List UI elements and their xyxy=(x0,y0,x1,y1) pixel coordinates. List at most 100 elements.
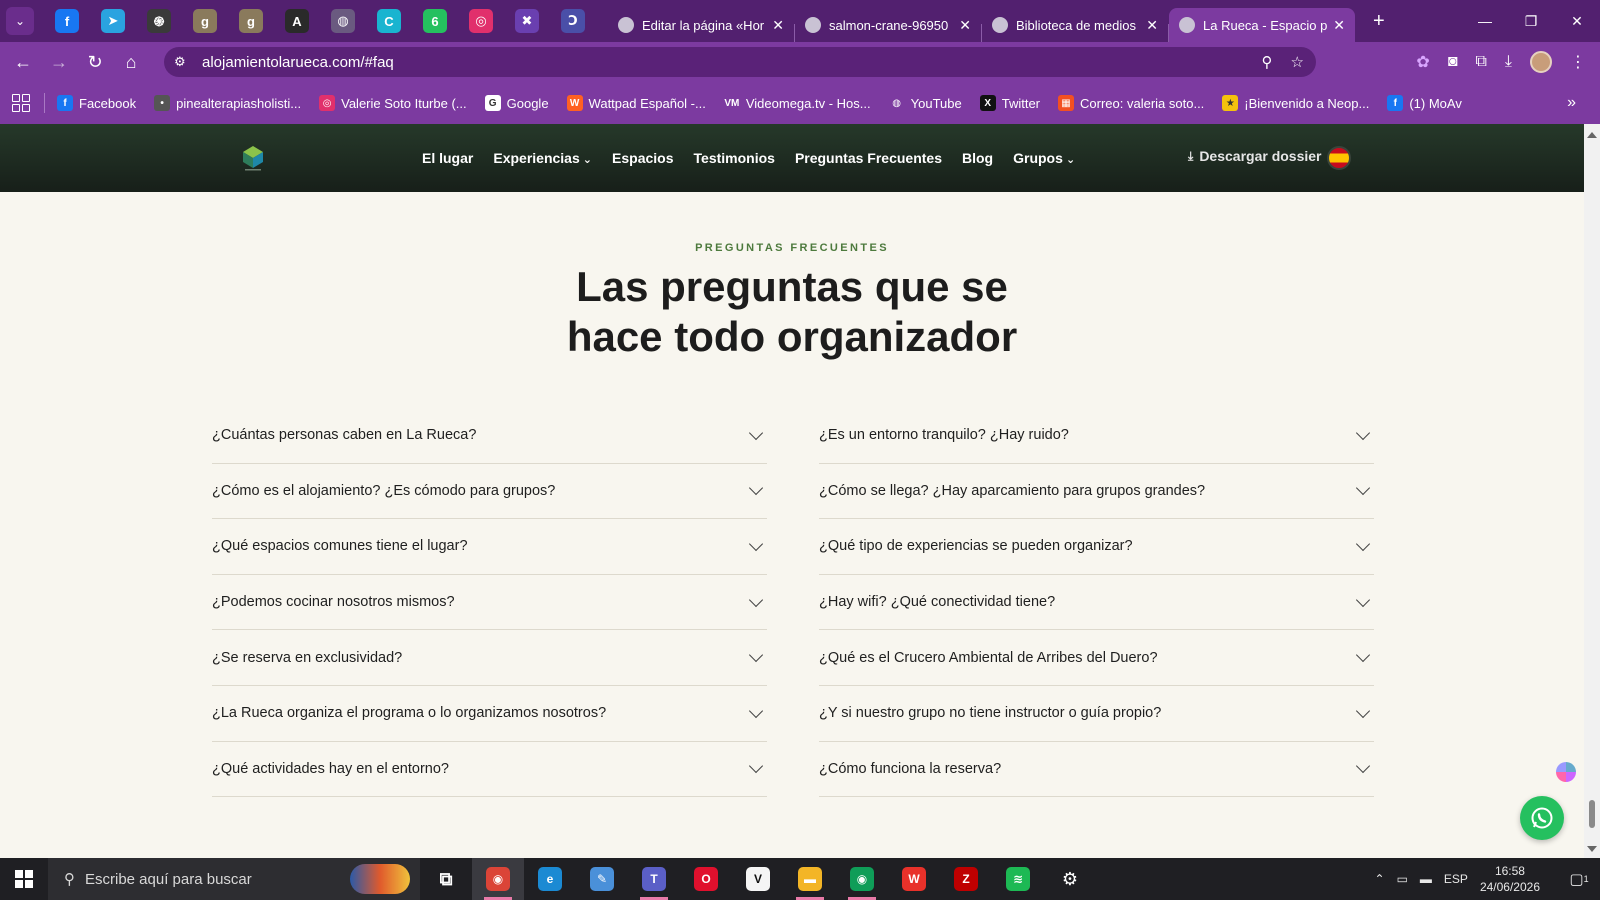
faq-item[interactable]: ¿Hay wifi? ¿Qué conectividad tiene? xyxy=(819,575,1374,631)
close-tab-icon[interactable]: ✕ xyxy=(1333,17,1345,34)
nav-item[interactable]: Grupos xyxy=(1013,150,1075,166)
close-window-icon[interactable]: ✕ xyxy=(1554,0,1600,42)
bookmark-item[interactable]: ▦ Correo: valeria soto... xyxy=(1058,95,1204,111)
spotify-taskbar-button[interactable]: ≋ xyxy=(992,858,1044,900)
faq-item[interactable]: ¿Qué actividades hay en el entorno? xyxy=(212,742,767,798)
search-highlight-image[interactable] xyxy=(350,864,410,894)
spanish-flag-language-icon[interactable] xyxy=(1327,146,1351,170)
bookmark-star-icon[interactable]: ☆ xyxy=(1291,53,1304,71)
nav-item[interactable]: Testimonios xyxy=(694,150,775,166)
taskbar-search-box[interactable]: ⚲ Escribe aquí para buscar xyxy=(48,858,420,900)
reload-icon[interactable]: ↻ xyxy=(82,49,108,75)
profile-avatar[interactable] xyxy=(1530,51,1552,73)
faq-item[interactable]: ¿Cómo funciona la reserva? xyxy=(819,742,1374,798)
puzzle-icon[interactable]: ✖ xyxy=(515,9,539,33)
bookmark-item[interactable]: ◍ YouTube xyxy=(888,95,962,111)
opera-taskbar-button[interactable]: O xyxy=(680,858,732,900)
download-icon[interactable]: ⤓ xyxy=(1505,53,1512,71)
loader-icon[interactable]: Ↄ xyxy=(561,9,585,33)
tab[interactable]: Editar la página «Hor ✕ xyxy=(608,8,794,42)
floating-assistant-icon[interactable] xyxy=(1556,762,1576,782)
extension-colorful-icon[interactable]: ✿ xyxy=(1416,52,1429,72)
close-tab-icon[interactable]: ✕ xyxy=(772,17,784,34)
chatgpt-icon[interactable]: ֍ xyxy=(147,9,171,33)
close-tab-icon[interactable]: ✕ xyxy=(959,17,971,34)
la-rueca-logo[interactable] xyxy=(240,142,266,172)
chrome-taskbar-button[interactable]: ◉ xyxy=(472,858,524,900)
camera-extension-icon[interactable]: ◙ xyxy=(1448,53,1458,71)
font-a-icon[interactable]: A xyxy=(285,9,309,33)
faq-item[interactable]: ¿Cómo se llega? ¿Hay aparcamiento para g… xyxy=(819,464,1374,520)
restore-icon[interactable]: ❐ xyxy=(1508,0,1554,42)
tab-search-button[interactable]: ⌄ xyxy=(6,7,34,35)
goodreads-icon[interactable]: g xyxy=(239,9,263,33)
faq-item[interactable]: ¿Qué espacios comunes tiene el lugar? xyxy=(212,519,767,575)
faq-item[interactable]: ¿Qué es el Crucero Ambiental de Arribes … xyxy=(819,630,1374,686)
faq-item[interactable]: ¿Cómo es el alojamiento? ¿Es cómodo para… xyxy=(212,464,767,520)
paint-taskbar-button[interactable]: ✎ xyxy=(576,858,628,900)
url-text[interactable]: alojamientolarueca.com/#faq xyxy=(202,54,394,71)
zoom-icon[interactable]: ⚲ xyxy=(1262,53,1273,71)
minimize-icon[interactable]: — xyxy=(1462,0,1508,42)
extensions-icon[interactable]: ⧉ xyxy=(1475,53,1486,71)
globe-icon[interactable]: ◍ xyxy=(331,9,355,33)
faq-item[interactable]: ¿Podemos cocinar nosotros mismos? xyxy=(212,575,767,631)
nav-item[interactable]: El lugar xyxy=(422,150,473,166)
notification-center-button[interactable]: ▢ 1 xyxy=(1558,858,1600,900)
nav-item[interactable]: Espacios xyxy=(612,150,673,166)
scroll-up-icon[interactable] xyxy=(1587,132,1597,138)
telegram-icon[interactable]: ➤ xyxy=(101,9,125,33)
apps-grid-icon[interactable] xyxy=(12,94,30,112)
menu-kebab-icon[interactable]: ⋮ xyxy=(1570,52,1586,72)
tray-chevron-icon[interactable]: ⌃ xyxy=(1375,872,1385,886)
canva-icon[interactable]: C xyxy=(377,9,401,33)
teams-taskbar-button[interactable]: T xyxy=(628,858,680,900)
network-icon[interactable]: ▭ xyxy=(1397,872,1408,886)
scroll-thumb[interactable] xyxy=(1589,800,1595,828)
bookmark-item[interactable]: X Twitter xyxy=(979,95,1040,111)
bookmark-item[interactable]: • pinealterapiasholisti... xyxy=(154,95,301,111)
close-tab-icon[interactable]: ✕ xyxy=(1146,17,1158,34)
faq-item[interactable]: ¿Qué tipo de experiencias se pueden orga… xyxy=(819,519,1374,575)
bookmark-item[interactable]: f (1) MoAv xyxy=(1387,95,1462,111)
bookmark-item[interactable]: W Wattpad Español -... xyxy=(566,95,706,111)
faq-item[interactable]: ¿Y si nuestro grupo no tiene instructor … xyxy=(819,686,1374,742)
faq-item[interactable]: ¿Cuántas personas caben en La Rueca? xyxy=(212,408,767,464)
goodreads-icon[interactable]: g xyxy=(193,9,217,33)
download-dossier-link[interactable]: ⤓ Descargar dossier xyxy=(1188,148,1322,164)
bookmark-item[interactable]: f Facebook xyxy=(57,95,136,111)
whatsapp-6-icon[interactable]: 6 xyxy=(423,9,447,33)
wps-taskbar-button[interactable]: W xyxy=(888,858,940,900)
start-button[interactable] xyxy=(0,858,48,900)
nav-item[interactable]: Blog xyxy=(962,150,993,166)
faq-item[interactable]: ¿Se reserva en exclusividad? xyxy=(212,630,767,686)
tab[interactable]: salmon-crane-96950 ✕ xyxy=(795,8,981,42)
more-bookmarks-icon[interactable]: » xyxy=(1567,94,1576,112)
bookmark-item[interactable]: VM Videomega.tv - Hos... xyxy=(723,95,871,111)
home-icon[interactable]: ⌂ xyxy=(118,49,144,75)
language-indicator[interactable]: ESP xyxy=(1444,872,1468,886)
forward-icon[interactable]: → xyxy=(46,49,72,75)
task-view-taskbar-button[interactable]: ⧉ xyxy=(420,858,472,900)
new-tab-button[interactable]: + xyxy=(1373,10,1385,33)
file-explorer-taskbar-button[interactable]: ▬ xyxy=(784,858,836,900)
bookmark-item[interactable]: ★ ¡Bienvenido a Neop... xyxy=(1222,95,1369,111)
back-icon[interactable]: ← xyxy=(10,49,36,75)
whatsapp-button[interactable] xyxy=(1520,796,1564,840)
settings-taskbar-button[interactable]: ⚙ xyxy=(1044,858,1096,900)
instagram-icon[interactable]: ◎ xyxy=(469,9,493,33)
page-scrollbar[interactable] xyxy=(1584,124,1600,858)
scroll-down-icon[interactable] xyxy=(1587,846,1597,852)
faq-item[interactable]: ¿Es un entorno tranquilo? ¿Hay ruido? xyxy=(819,408,1374,464)
bookmark-item[interactable]: G Google xyxy=(484,95,549,111)
vectorize-taskbar-button[interactable]: V xyxy=(732,858,784,900)
faq-item[interactable]: ¿La Rueca organiza el programa o lo orga… xyxy=(212,686,767,742)
tab-active[interactable]: La Rueca - Espacio p ✕ xyxy=(1169,8,1355,42)
facebook-icon[interactable]: f xyxy=(55,9,79,33)
nav-item[interactable]: Preguntas Frecuentes xyxy=(795,150,942,166)
chrome-profile-taskbar-button[interactable]: ◉ xyxy=(836,858,888,900)
nav-item[interactable]: Experiencias xyxy=(493,150,592,166)
clock[interactable]: 16:58 24/06/2026 xyxy=(1480,863,1540,895)
address-bar[interactable]: ⚙ alojamientolarueca.com/#faq ⚲ ☆ xyxy=(164,47,1316,77)
bookmark-item[interactable]: ◎ Valerie Soto Iturbe (... xyxy=(319,95,467,111)
